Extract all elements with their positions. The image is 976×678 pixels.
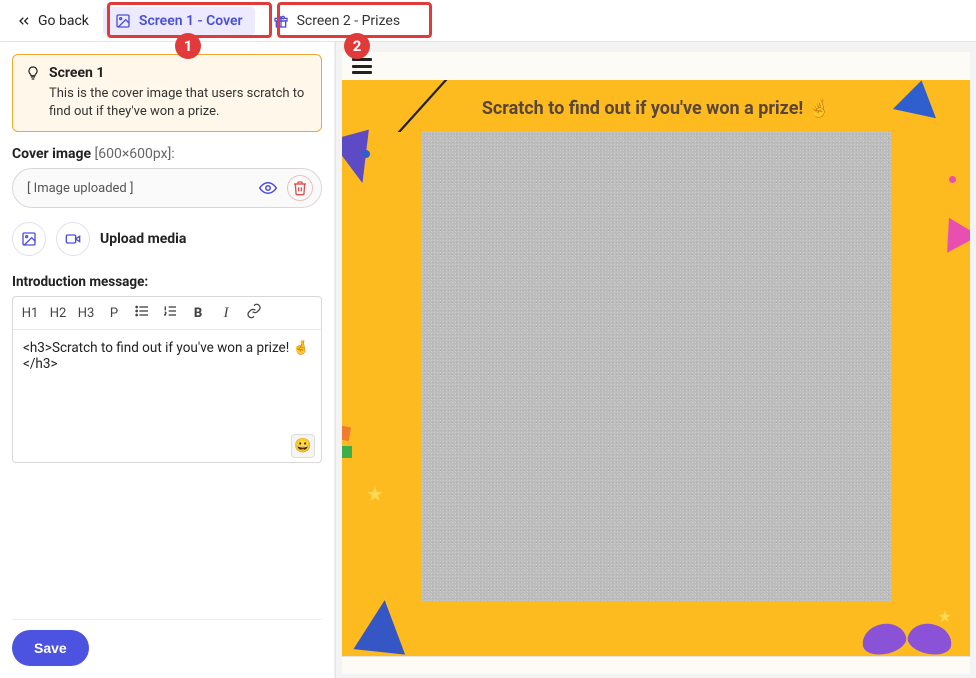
list-ul-icon [134,303,150,319]
deco-triangle-purple [342,130,382,189]
tab-screen2-prizes[interactable]: Screen 2 - Prizes [261,7,412,35]
deco-dot-blue [362,150,370,158]
deco-dot-pink [949,176,956,183]
link-icon [246,303,262,319]
deco-square-orange [342,425,351,441]
go-back-label: Go back [38,13,89,29]
trash-icon [292,180,308,196]
image-icon [115,13,131,29]
fmt-ul[interactable] [133,303,151,323]
editor-toolbar: H1 H2 H3 P B I [13,297,321,330]
gift-icon [273,13,289,29]
fmt-p[interactable]: P [105,306,123,321]
delete-image-button[interactable] [287,175,313,201]
tab-label: Screen 2 - Prizes [297,13,400,29]
fmt-h2[interactable]: H2 [49,306,67,321]
deco-square-green [342,446,352,458]
infobox: Screen 1 This is the cover image that us… [12,54,322,132]
deco-star: ★ [366,482,384,506]
emoji-picker-button[interactable]: 😀 [291,434,315,458]
list-ol-icon [162,303,178,319]
main: Screen 1 This is the cover image that us… [0,42,976,678]
preview-bottom-bar [342,656,970,674]
image-icon [21,231,37,247]
deco-mustache [862,624,952,656]
deco-triangle-blue-2 [353,597,410,654]
cover-image-label: Cover image [600×600px]: [12,146,322,162]
preview-panel: ★ ★ Scratch to find out if you've won a … [335,42,976,678]
left-panel: Screen 1 This is the cover image that us… [0,42,335,678]
infobox-desc: This is the cover image that users scrat… [25,85,309,121]
hamburger-icon[interactable] [352,58,372,74]
upload-media-row: Upload media [12,222,322,256]
preview-topbar [342,52,970,80]
fmt-ol[interactable] [161,303,179,323]
cover-image-dims: [600×600px]: [95,146,175,162]
save-button[interactable]: Save [12,630,89,666]
tab-screen1-cover[interactable]: Screen 1 - Cover [103,7,255,35]
fmt-bold[interactable]: B [189,306,207,321]
upload-media-label: Upload media [100,231,186,247]
topbar: Go back Screen 1 - Cover Screen 2 - Priz… [0,0,976,42]
annotation-badge-1: 1 [175,33,201,59]
annotation-badge-2: 2 [344,33,370,59]
deco-triangle-pink [933,209,970,252]
upload-image-button[interactable] [12,222,46,256]
chevrons-left-icon [16,13,32,29]
intro-message-label: Introduction message: [12,274,322,290]
fmt-link[interactable] [245,303,263,323]
intro-editor: H1 H2 H3 P B I <h3>Scratch to find out i… [12,296,322,463]
scratch-area[interactable] [421,131,891,601]
preview-image-button[interactable] [255,175,281,201]
preview-canvas: ★ ★ Scratch to find out if you've won a … [342,80,970,656]
cover-image-label-text: Cover image [12,146,91,162]
fmt-h3[interactable]: H3 [77,306,95,321]
infobox-title: Screen 1 [49,65,104,81]
tab-label: Screen 1 - Cover [139,13,243,29]
fmt-h1[interactable]: H1 [21,306,39,321]
editor-textarea[interactable]: <h3>Scratch to find out if you've won a … [13,330,321,430]
fmt-italic[interactable]: I [217,305,235,322]
go-back-button[interactable]: Go back [8,7,97,35]
cover-image-uploaded-pill: [ Image uploaded ] [12,168,322,208]
lightbulb-icon [25,65,41,81]
eye-icon [259,179,277,197]
smile-icon: 😀 [294,438,311,454]
uploaded-text: [ Image uploaded ] [27,181,133,196]
upload-video-button[interactable] [56,222,90,256]
video-icon [65,231,81,247]
